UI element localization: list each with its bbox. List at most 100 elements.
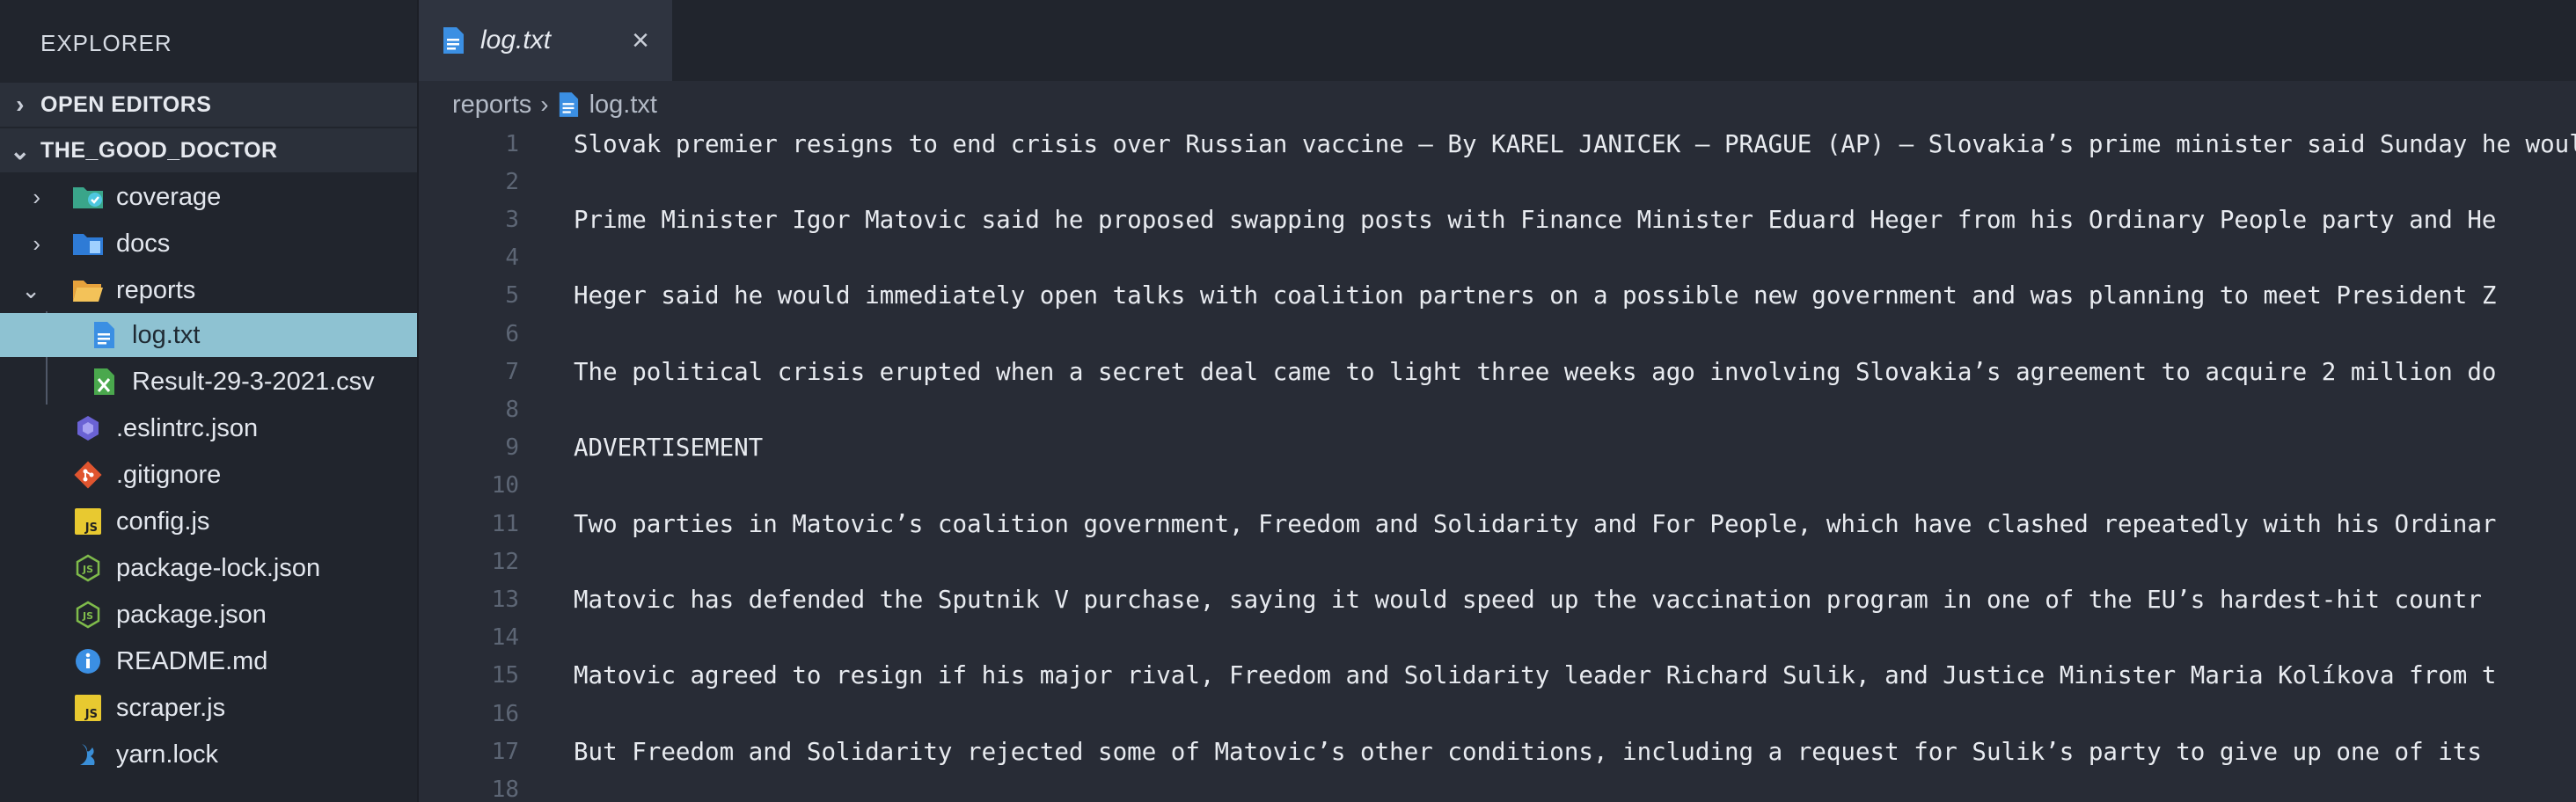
breadcrumb-file[interactable]: log.txt bbox=[589, 91, 657, 120]
svg-text:JS: JS bbox=[82, 564, 93, 575]
tree-item-package-json[interactable]: JS package.json bbox=[0, 593, 417, 637]
tree-item-label: yarn.lock bbox=[116, 740, 219, 769]
git-icon bbox=[72, 459, 104, 491]
code-line[interactable]: 17 But Freedom and Solidarity rejected so… bbox=[419, 733, 2576, 770]
explorer-sidebar: EXPLORER › OPEN EDITORS ⌄ THE_GOOD_DOCTO… bbox=[0, 0, 419, 802]
chevron-right-icon: › bbox=[33, 183, 40, 210]
line-text: Prime Minister Igor Matovic said he prop… bbox=[574, 205, 2497, 234]
code-line[interactable]: 15 Matovic agreed to resign if his major … bbox=[419, 657, 2576, 695]
breadcrumb-folder[interactable]: reports bbox=[452, 91, 531, 120]
folder-open-icon bbox=[72, 274, 104, 306]
code-line[interactable]: 13 Matovic has defended the Sputnik V pur… bbox=[419, 580, 2576, 618]
line-number: 13 bbox=[491, 586, 519, 613]
code-line[interactable]: 4 bbox=[419, 239, 2576, 277]
text-file-icon bbox=[558, 91, 579, 118]
js-file-icon: JS bbox=[72, 692, 104, 724]
line-number: 8 bbox=[505, 396, 519, 423]
line-number: 17 bbox=[491, 738, 519, 765]
code-line[interactable]: 9 ADVERTISEMENT bbox=[419, 429, 2576, 467]
tree-item-result-csv[interactable]: Result-29-3-2021.csv bbox=[0, 360, 417, 404]
line-number: 12 bbox=[491, 548, 519, 575]
line-number: 7 bbox=[505, 358, 519, 385]
code-line[interactable]: 8 bbox=[419, 390, 2576, 428]
code-line[interactable]: 7 The political crisis erupted when a sec… bbox=[419, 353, 2576, 390]
line-number: 15 bbox=[491, 662, 519, 689]
line-number: 4 bbox=[505, 244, 519, 272]
line-number: 9 bbox=[505, 434, 519, 462]
code-line[interactable]: 11 Two parties in Matovic’s coalition gov… bbox=[419, 505, 2576, 543]
code-line[interactable]: 5 Heger said he would immediately open ta… bbox=[419, 277, 2576, 315]
tree-item-label: coverage bbox=[116, 182, 222, 211]
line-number: 1 bbox=[505, 130, 519, 157]
tree-item-label: log.txt bbox=[132, 320, 201, 349]
svg-text:JS: JS bbox=[84, 521, 98, 535]
tree-item-reports[interactable]: ⌄ reports bbox=[0, 268, 417, 312]
line-number: 10 bbox=[491, 472, 519, 499]
tree-item-eslintrc[interactable]: .eslintrc.json bbox=[0, 406, 417, 450]
code-line[interactable]: 2 bbox=[419, 163, 2576, 200]
chevron-down-icon: ⌄ bbox=[10, 136, 31, 164]
tab-bar: log.txt × bbox=[419, 0, 2576, 81]
tree-item-label: .gitignore bbox=[116, 460, 222, 489]
tree-item-gitignore[interactable]: .gitignore bbox=[0, 453, 417, 497]
tree-item-label: reports bbox=[116, 275, 196, 304]
code-line[interactable]: 1 Slovak premier resigns to end crisis ov… bbox=[419, 125, 2576, 163]
nodejs-icon: JS bbox=[72, 552, 104, 584]
chevron-right-icon: › bbox=[33, 230, 40, 257]
open-editors-label: OPEN EDITORS bbox=[40, 91, 212, 117]
tree-item-config-js[interactable]: JS config.js bbox=[0, 499, 417, 543]
chevron-down-icon: ⌄ bbox=[21, 276, 40, 303]
tree-item-label: Result-29-3-2021.csv bbox=[132, 367, 375, 396]
tab-log-txt[interactable]: log.txt × bbox=[419, 0, 672, 81]
line-number: 2 bbox=[505, 168, 519, 195]
js-file-icon: JS bbox=[72, 506, 104, 537]
tree-item-docs[interactable]: › docs bbox=[0, 222, 417, 266]
tree-item-coverage[interactable]: › coverage bbox=[0, 175, 417, 219]
line-text: The political crisis erupted when a secr… bbox=[574, 357, 2497, 386]
eslint-icon bbox=[72, 412, 104, 444]
tree-item-yarn-lock[interactable]: yarn.lock bbox=[0, 733, 417, 776]
line-text: Matovic has defended the Sputnik V purch… bbox=[574, 585, 2482, 614]
line-text: Two parties in Matovic’s coalition gover… bbox=[574, 509, 2497, 538]
tree-item-label: .eslintrc.json bbox=[116, 413, 259, 442]
tree-item-scraper-js[interactable]: JS scraper.js bbox=[0, 686, 417, 730]
yarn-icon bbox=[72, 739, 104, 770]
code-line[interactable]: 16 bbox=[419, 695, 2576, 733]
open-editors-section[interactable]: › OPEN EDITORS bbox=[0, 83, 417, 127]
code-line[interactable]: 6 bbox=[419, 315, 2576, 353]
tree-item-package-lock[interactable]: JS package-lock.json bbox=[0, 546, 417, 590]
tree-item-readme[interactable]: README.md bbox=[0, 639, 417, 683]
tree-item-label: package-lock.json bbox=[116, 553, 321, 582]
text-file-icon bbox=[442, 26, 465, 55]
line-text: But Freedom and Solidarity rejected some… bbox=[574, 737, 2482, 766]
code-line[interactable]: 12 bbox=[419, 543, 2576, 580]
app-window: EXPLORER › OPEN EDITORS ⌄ THE_GOOD_DOCTO… bbox=[0, 0, 2576, 802]
line-number: 5 bbox=[505, 282, 519, 310]
code-line[interactable]: 14 bbox=[419, 619, 2576, 657]
tree-item-log-txt[interactable]: log.txt bbox=[0, 313, 417, 357]
line-text: Slovak premier resigns to end crisis ove… bbox=[574, 129, 2576, 158]
chevron-right-icon: › bbox=[16, 91, 25, 118]
csv-file-icon bbox=[88, 366, 120, 397]
line-number: 3 bbox=[505, 206, 519, 233]
tree-item-label: docs bbox=[116, 229, 171, 258]
close-icon[interactable]: × bbox=[623, 23, 658, 58]
line-number: 6 bbox=[505, 320, 519, 347]
code-line[interactable]: 10 bbox=[419, 467, 2576, 505]
folder-coverage-icon bbox=[72, 181, 104, 213]
nodejs-icon: JS bbox=[72, 599, 104, 631]
tree-item-label: README.md bbox=[116, 646, 268, 675]
code-line[interactable]: 18 bbox=[419, 770, 2576, 802]
line-number: 14 bbox=[491, 624, 519, 652]
tree-item-label: config.js bbox=[116, 507, 210, 536]
line-number: 18 bbox=[491, 776, 519, 802]
explorer-title: EXPLORER bbox=[40, 30, 172, 56]
folder-docs-icon bbox=[72, 228, 104, 259]
line-number: 16 bbox=[491, 700, 519, 727]
editor-area: log.txt × reports › log.txt 1 Slovak prem… bbox=[419, 0, 2576, 802]
project-label: THE_GOOD_DOCTOR bbox=[40, 137, 278, 163]
line-text: Matovic agreed to resign if his major ri… bbox=[574, 661, 2497, 690]
code-line[interactable]: 3 Prime Minister Igor Matovic said he pro… bbox=[419, 200, 2576, 238]
svg-text:JS: JS bbox=[84, 708, 98, 721]
project-section[interactable]: ⌄ THE_GOOD_DOCTOR bbox=[0, 128, 417, 172]
